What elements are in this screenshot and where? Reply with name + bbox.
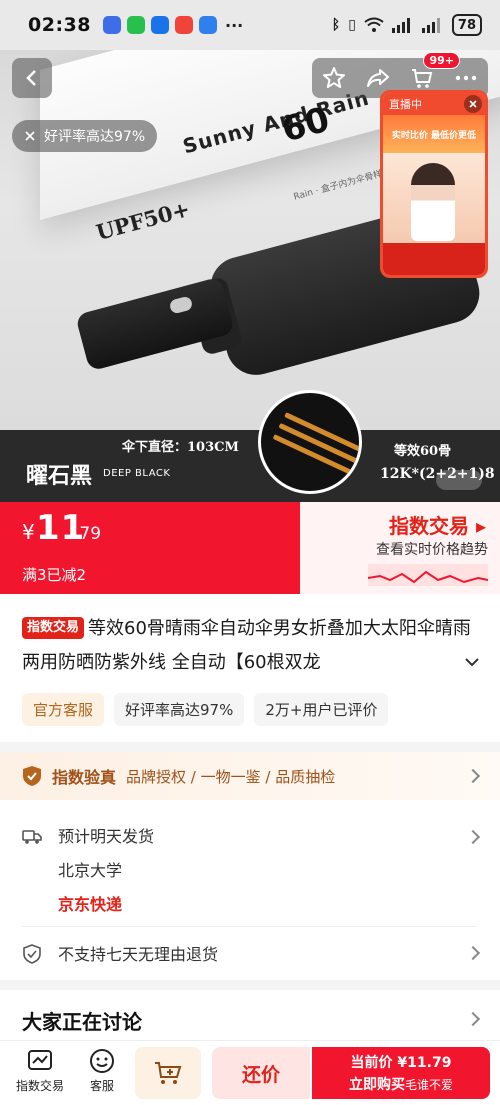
live-host-image: [411, 163, 455, 241]
chevron-down-icon[interactable]: [464, 654, 480, 670]
rating-tip-text: 好评率高达97%: [44, 129, 146, 145]
wifi-icon: [364, 17, 384, 32]
chevron-right-icon: [465, 945, 481, 961]
chevron-right-icon: [465, 768, 481, 784]
buy-now-overlay-text: 毛谁不爱: [404, 1078, 453, 1092]
index-trade-label: 指数交易: [16, 1079, 65, 1093]
price-decimal: .79: [74, 524, 102, 544]
review-count-tag[interactable]: 2万+用户已评价: [254, 693, 389, 726]
detail-zoom-image: [258, 390, 362, 494]
color-name: 曜石黑: [26, 464, 93, 489]
live-video-preview: [383, 153, 485, 243]
discussion-heading[interactable]: 大家正在讨论: [22, 1006, 142, 1035]
umbrella-handle-image: [75, 276, 235, 372]
app-notification-icon: [150, 16, 169, 34]
app-notification-icon: [198, 16, 217, 34]
status-time: 02:38: [28, 14, 91, 36]
close-icon: [469, 100, 477, 108]
current-price-label: 当前价 ¥11.79: [350, 1055, 452, 1071]
verification-desc: 品牌授权 / 一物一鉴 / 品质抽检: [126, 767, 336, 786]
signal-icon: [391, 18, 410, 33]
section-divider: [0, 980, 500, 990]
buy-now-label: 立即购买毛谁不爱: [348, 1077, 453, 1093]
product-image-carousel[interactable]: Sunny And Rain 60 Rain · 盒子内为伞骨样 UPF50+ …: [0, 50, 500, 430]
battery-indicator: 78: [451, 14, 482, 36]
price-trend-icon: [368, 564, 488, 586]
bottom-action-bar: 指数交易 客服 还价 当前价 ¥11.79 立即购买毛谁不爱: [0, 1040, 500, 1105]
close-icon[interactable]: [24, 130, 36, 142]
box-print-small: Rain · 盒子内为伞骨样: [292, 169, 384, 203]
add-cart-icon: [155, 1062, 182, 1084]
status-bar: 02:38 ··· ᛒ ▯ 78: [0, 0, 500, 50]
favorite-button[interactable]: [322, 66, 346, 90]
spec-frame: 12K*(2+2+1)8: [380, 466, 495, 482]
app-notification-icon: [174, 16, 193, 34]
bluetooth-icon: ᛒ: [331, 17, 341, 33]
row-divider: [22, 926, 478, 927]
color-name-en: DEEP BLACK: [103, 468, 171, 479]
price-section: ¥ 11 .79 满3已减2 指数交易 ▸ 查看实时价格趋势: [0, 502, 500, 594]
wechat-icon: [126, 16, 145, 34]
official-service-tag[interactable]: 官方客服: [22, 693, 105, 726]
index-trade-subtitle: 查看实时价格趋势: [376, 542, 488, 558]
bargain-button[interactable]: 还价: [212, 1047, 310, 1099]
status-app-icons: [102, 16, 217, 34]
spec-ribs: 等效60骨: [394, 444, 452, 459]
index-trade-tag: 指数交易: [22, 617, 85, 639]
product-title[interactable]: 指数交易 等效60骨晴雨伞自动伞男女折叠加大太阳伞晴雨两用防晒防紫外线 全自动【6…: [22, 612, 482, 680]
cart-button[interactable]: [410, 66, 434, 90]
service-icon: [88, 1047, 116, 1075]
more-icon: [455, 75, 477, 81]
share-icon: [367, 69, 389, 87]
price-currency: ¥: [22, 520, 35, 544]
product-title-text: 等效60骨晴雨伞自动伞男女折叠加大太阳伞晴雨两用防晒防紫外线 全自动【60根双龙: [22, 618, 471, 673]
product-spec-strip: 曜石黑 DEEP BLACK 伞下直径：103CM 等效60骨 12K*(2+2…: [0, 430, 500, 502]
live-banner: 实时比价 最低价更低: [383, 115, 485, 153]
index-trade-link[interactable]: 指数交易 ▸ 查看实时价格趋势: [300, 502, 500, 594]
customer-service-tab[interactable]: 客服: [88, 1047, 116, 1094]
add-to-cart-button[interactable]: [135, 1047, 201, 1099]
chevron-right-icon: [465, 1011, 481, 1027]
rating-tip[interactable]: 好评率高达97%: [12, 120, 158, 152]
status-more-icon: ···: [224, 15, 244, 35]
index-trade-title: 指数交易 ▸: [388, 514, 486, 538]
index-trade-tab[interactable]: 指数交易: [16, 1047, 64, 1094]
verification-row[interactable]: 指数验真 品牌授权 / 一物一鉴 / 品质抽检: [0, 752, 500, 800]
cart-count-badge: 99+: [423, 52, 460, 69]
chevron-left-icon: [26, 70, 36, 86]
shield-icon: [23, 766, 41, 786]
verification-title: 指数验真: [52, 768, 117, 787]
promo-text: 满3已减2: [22, 566, 87, 584]
back-button[interactable]: [12, 58, 52, 98]
product-tags: 官方客服 好评率高达97% 2万+用户已评价: [22, 693, 389, 726]
spec-diameter: 伞下直径：103CM: [122, 440, 239, 455]
shield-check-icon: [23, 944, 41, 964]
cart-icon: [412, 69, 433, 88]
status-indicators: ᛒ ▯ 78: [332, 14, 482, 36]
chevron-right-icon: [465, 829, 481, 845]
more-options-button[interactable]: [454, 66, 478, 90]
shipping-carrier: 京东快递: [58, 895, 123, 914]
live-stream-card[interactable]: 直播中 实时比价 最低价更低: [380, 90, 488, 278]
index-trade-icon: [26, 1047, 54, 1075]
star-icon: [323, 67, 345, 88]
signal-icon: [421, 18, 440, 33]
truck-icon: [22, 830, 42, 844]
service-label: 客服: [89, 1079, 114, 1093]
rating-tag[interactable]: 好评率高达97%: [114, 693, 245, 726]
vibrate-icon: ▯: [348, 17, 356, 33]
section-divider: [0, 742, 500, 752]
live-close-button[interactable]: [464, 95, 482, 113]
price-block: ¥ 11 .79 满3已减2: [0, 502, 300, 594]
shipping-address: 北京大学: [58, 861, 123, 880]
share-button[interactable]: [366, 66, 390, 90]
live-footer: [383, 243, 485, 275]
box-print-brand: UPF50+: [93, 196, 193, 245]
buy-now-button[interactable]: 当前价 ¥11.79 立即购买毛谁不爱: [312, 1047, 490, 1099]
shipping-estimate: 预计明天发货: [58, 827, 155, 846]
return-policy-text: 不支持七天无理由退货: [58, 945, 219, 964]
app-notification-icon: [102, 16, 121, 34]
